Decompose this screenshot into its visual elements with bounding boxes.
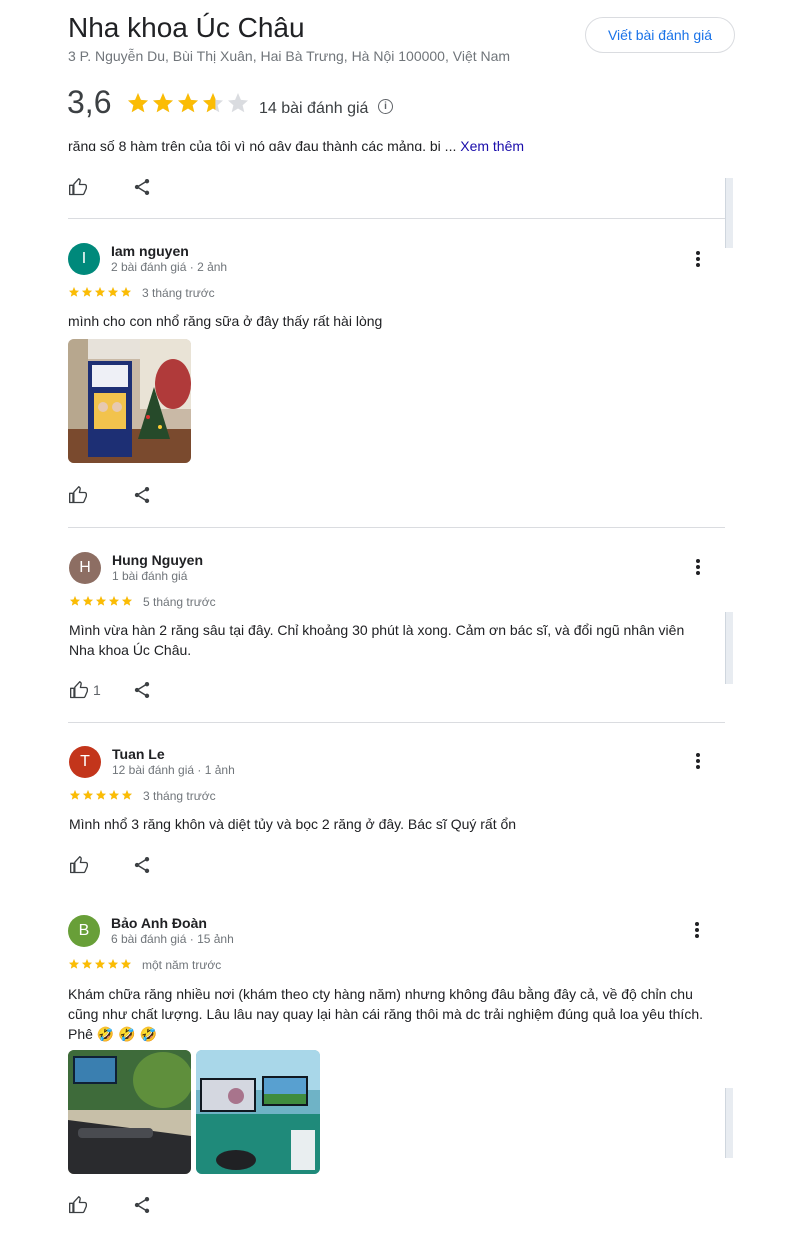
avatar[interactable]: H (69, 552, 101, 584)
divider (68, 527, 725, 528)
write-review-button[interactable]: Viết bài đánh giá (585, 17, 735, 53)
share-icon (134, 487, 150, 503)
star-icon (203, 93, 223, 113)
review-stars (68, 958, 132, 970)
review-photo[interactable] (68, 339, 191, 463)
reviewer-meta: 1 bài đánh giá (112, 569, 188, 583)
place-title: Nha khoa Úc Châu (68, 12, 305, 43)
reviewer-meta: 6 bài đánh giá · 15 ảnh (111, 932, 234, 946)
star-icon (122, 790, 132, 800)
place-address: 3 P. Nguyễn Du, Bùi Thị Xuân, Hai Bà Trư… (68, 48, 511, 64)
star-icon (83, 596, 93, 606)
star-icon (95, 287, 105, 297)
rating-value: 3,6 (67, 84, 112, 120)
star-icon (109, 790, 119, 800)
star-icon (82, 287, 92, 297)
reviewer-name[interactable]: Bảo Anh Đoàn (111, 915, 207, 931)
scrollbar-thumb[interactable] (725, 612, 733, 684)
more-options-icon[interactable] (694, 751, 702, 771)
thumb-up-icon (70, 681, 89, 699)
reviewer-meta: 2 bài đánh giá · 2 ảnh (111, 260, 228, 274)
thumb-up-icon (69, 486, 88, 504)
like-count: 1 (93, 682, 101, 698)
star-icon (128, 93, 148, 113)
thumb-up-icon (70, 856, 89, 874)
review-photo[interactable] (68, 1050, 191, 1174)
star-icon (83, 790, 93, 800)
review-stars (68, 286, 132, 298)
more-options-icon[interactable] (694, 557, 702, 577)
scrollbar-thumb[interactable] (725, 1088, 733, 1158)
thumb-up-icon (69, 1196, 88, 1214)
previous-review-text: răng số 8 hàm trên của tôi vì nó gây đau… (68, 133, 668, 151)
star-icon (108, 287, 118, 297)
share-button[interactable] (132, 485, 152, 505)
reviewer-meta: 12 bài đánh giá · 1 ảnh (112, 763, 235, 777)
review-text-line: Khám chữa răng nhiều nơi (khám theo cty … (68, 986, 693, 1002)
star-icon (82, 959, 92, 969)
info-icon[interactable]: i (378, 99, 393, 114)
star-icon (178, 93, 198, 113)
star-icon (108, 959, 118, 969)
scrollbar-thumb[interactable] (725, 178, 733, 248)
like-button[interactable] (69, 855, 91, 875)
star-icon (69, 959, 79, 969)
review-text: Mình nhổ 3 răng khôn và diệt tủy và bọc … (69, 816, 517, 832)
share-button[interactable] (132, 680, 152, 700)
reviewer-name[interactable]: Tuan Le (112, 746, 165, 762)
thumb-up-icon (69, 178, 88, 196)
share-icon (134, 857, 150, 873)
reviewer-name[interactable]: Hung Nguyen (112, 552, 203, 568)
divider (68, 218, 725, 219)
star-icon (69, 287, 79, 297)
share-icon (134, 682, 150, 698)
share-icon (134, 1197, 150, 1213)
divider (68, 722, 725, 723)
star-icon (122, 596, 132, 606)
star-icon (121, 287, 131, 297)
review-text: mình cho con nhổ răng sữa ở đây thấy rất… (68, 313, 383, 329)
star-icon (96, 790, 106, 800)
like-button[interactable] (68, 177, 90, 197)
share-icon (134, 179, 150, 195)
review-stars (69, 789, 133, 801)
review-time: 5 tháng trước (143, 595, 216, 609)
star-icon (153, 93, 173, 113)
like-button[interactable] (68, 485, 90, 505)
star-icon (70, 790, 80, 800)
review-time: 3 tháng trước (143, 789, 216, 803)
review-text-line: cũng như chất lượng. Lâu lâu nay quay lạ… (68, 1006, 703, 1022)
share-button[interactable] (132, 177, 152, 197)
reviewer-name[interactable]: Iam nguyen (111, 243, 189, 259)
star-icon (109, 596, 119, 606)
review-text: Khám chữa răng nhiều nơi (khám theo cty … (68, 984, 728, 1044)
previous-review-snippet: răng số 8 hàm trên của tôi vì nó gây đau… (68, 138, 457, 151)
like-button[interactable] (69, 680, 91, 700)
review-time: một năm trước (142, 958, 222, 972)
review-photo[interactable] (196, 1050, 320, 1174)
like-button[interactable] (68, 1195, 90, 1215)
share-button[interactable] (132, 855, 152, 875)
review-count[interactable]: 14 bài đánh giá (259, 100, 368, 118)
more-options-icon[interactable] (693, 920, 701, 940)
avatar[interactable]: I (68, 243, 100, 275)
review-text-line: Phê 🤣 🤣 🤣 (68, 1026, 157, 1042)
review-time: 3 tháng trước (142, 286, 215, 300)
review-text: Mình vừa hàn 2 răng sâu tại đây. Chỉ kho… (69, 622, 685, 658)
star-icon (228, 93, 248, 113)
share-button[interactable] (132, 1195, 152, 1215)
star-icon (95, 959, 105, 969)
review-stars (69, 595, 133, 607)
avatar[interactable]: B (68, 915, 100, 947)
rating-stars (126, 91, 250, 115)
see-more-link[interactable]: Xem thêm (460, 138, 524, 151)
star-icon (121, 959, 131, 969)
more-options-icon[interactable] (694, 249, 702, 269)
star-icon (70, 596, 80, 606)
avatar[interactable]: T (69, 746, 101, 778)
star-icon (96, 596, 106, 606)
